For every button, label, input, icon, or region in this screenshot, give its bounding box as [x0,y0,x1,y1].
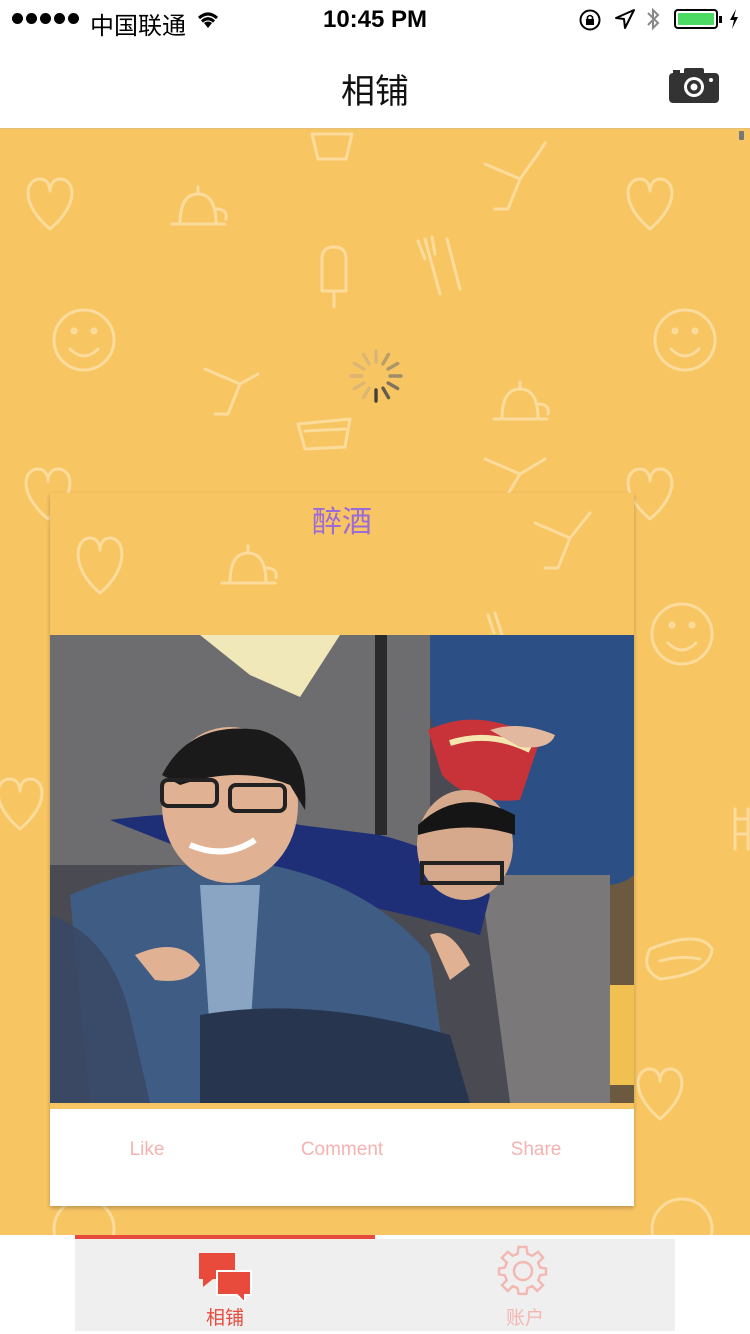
post-actions: Like Comment Share [50,1109,634,1206]
post-title: 醉酒 [312,506,372,539]
like-button[interactable]: Like [52,1139,242,1161]
navigation-bar: 相铺 [0,40,750,129]
tab-home[interactable]: 相铺 [75,1235,375,1331]
tab-account-label: 账户 [505,1308,544,1329]
gear-icon [497,1245,548,1296]
status-bar: 中国联通 10:45 PM [0,0,750,40]
scroll-indicator[interactable] [739,131,744,140]
charging-bolt-icon [730,9,738,29]
battery-icon [674,9,722,29]
share-button[interactable]: Share [441,1139,631,1161]
post-card-header: 醉酒 [50,493,634,635]
rotation-lock-icon [579,9,601,31]
loading-spinner-icon [349,349,403,403]
chat-bubbles-icon [199,1253,252,1301]
comment-button[interactable]: Comment [247,1139,437,1161]
post-photo[interactable] [50,635,634,1103]
bluetooth-icon [647,7,660,31]
post-card[interactable]: 醉酒 Like Comment Share [50,493,634,1206]
page-title: 相铺 [341,73,409,111]
tab-account[interactable]: 账户 [375,1239,675,1331]
camera-icon[interactable] [668,66,720,104]
tab-home-label: 相铺 [205,1308,244,1329]
tab-bar: 相铺 账户 [0,1235,750,1334]
location-arrow-icon [615,9,635,29]
clock: 10:45 PM [322,6,428,33]
feed-area[interactable]: 醉酒 Like Comment Share [0,129,750,1235]
